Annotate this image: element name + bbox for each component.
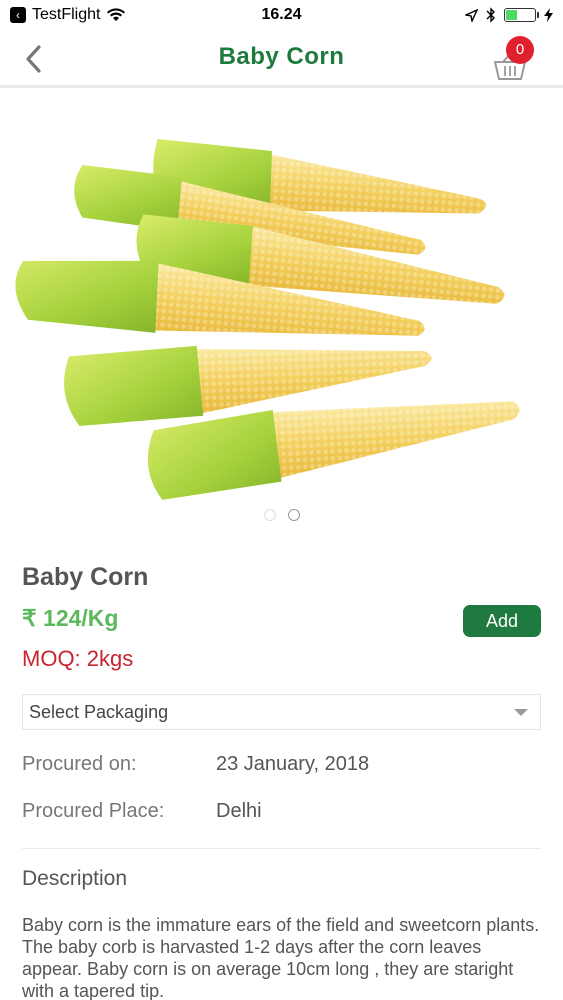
cart-count-badge: 0	[506, 36, 534, 64]
packaging-select[interactable]: Select Packaging	[22, 694, 541, 730]
cart-button[interactable]: 0	[493, 36, 537, 80]
procured-place-label: Procured Place:	[22, 800, 165, 822]
description-heading: Description	[22, 867, 128, 890]
procured-on-label: Procured on:	[22, 753, 137, 775]
carousel-pagination[interactable]	[0, 509, 563, 521]
divider	[22, 848, 541, 849]
status-left: ‹ TestFlight	[10, 6, 126, 24]
product-image-carousel[interactable]	[0, 91, 563, 540]
back-to-app-label[interactable]: TestFlight	[32, 6, 100, 24]
status-right	[465, 7, 553, 23]
nav-bar: Baby Corn 0	[0, 30, 563, 88]
description-body: Baby corn is the immature ears of the fi…	[22, 915, 540, 1000]
product-price: ₹ 124/Kg	[22, 605, 119, 631]
baby-corn-photo	[15, 138, 520, 500]
location-icon	[465, 8, 478, 22]
back-to-app-icon[interactable]: ‹	[10, 7, 26, 23]
bluetooth-icon	[486, 7, 495, 23]
wifi-icon	[107, 8, 126, 21]
procured-on-value: 23 January, 2018	[216, 753, 370, 775]
page-title: Baby Corn	[218, 43, 345, 70]
battery-icon	[504, 8, 539, 22]
charging-icon	[544, 8, 553, 22]
carousel-dot[interactable]	[263, 509, 276, 521]
procured-place-value: Delhi	[216, 800, 262, 822]
caret-down-icon	[514, 708, 528, 716]
carousel-dot[interactable]	[287, 509, 300, 521]
product-moq: MOQ: 2kgs	[22, 646, 134, 671]
status-bar: ‹ TestFlight 16.24	[0, 0, 563, 30]
add-to-cart-button[interactable]: Add	[463, 605, 541, 637]
product-name: Baby Corn	[22, 563, 149, 591]
packaging-select-value: Select Packaging	[29, 701, 169, 722]
